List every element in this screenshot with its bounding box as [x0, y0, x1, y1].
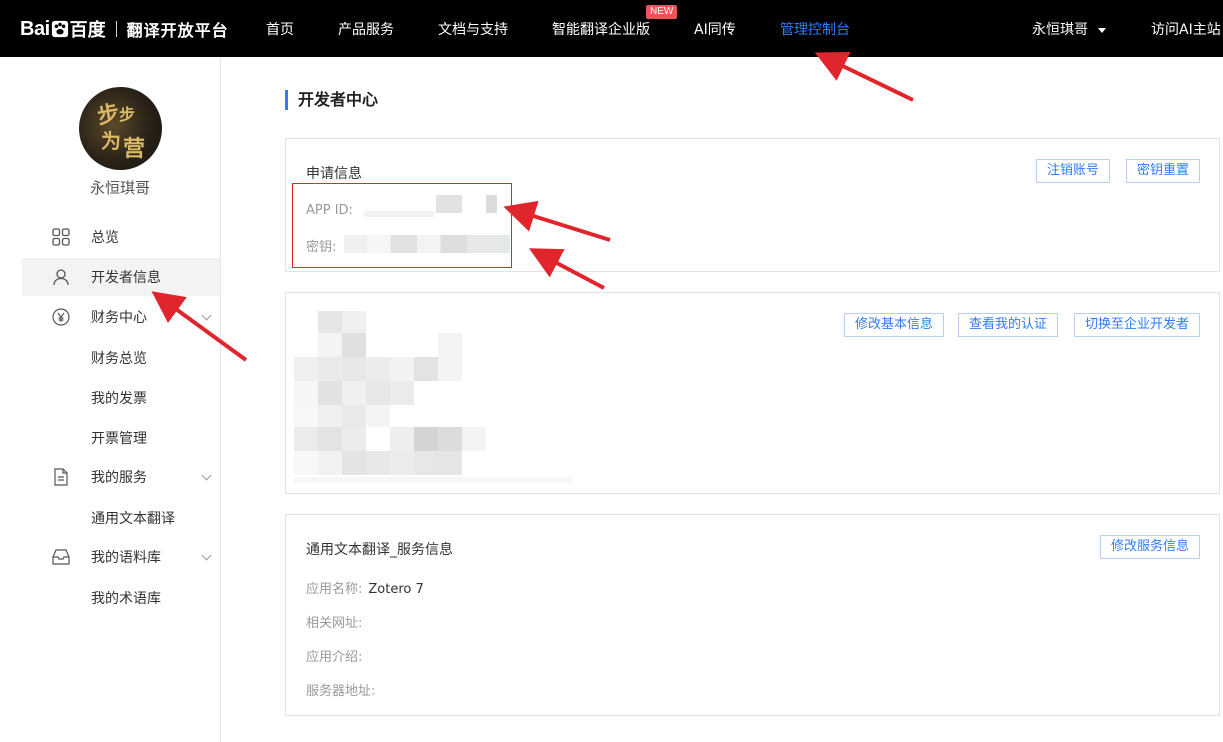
chevron-down-icon [201, 550, 212, 561]
logo-text-bai: Bai [20, 17, 50, 40]
nav-home[interactable]: 首页 [266, 19, 294, 39]
cancel-account-button[interactable]: 注销账号 [1036, 159, 1111, 183]
sidebar-subitem-text-translation[interactable]: 通用文本翻译 [91, 508, 175, 528]
apply-info-title: 申请信息 [306, 166, 362, 182]
app-name-value: Zotero 7 [368, 582, 424, 597]
sidebar-item-corpus[interactable]: 我的语料库 [22, 538, 220, 576]
developer-profile-card: 修改基本信息 查看我的认证 切换至企业开发者 [285, 292, 1220, 494]
sidebar-username: 永恒琪哥 [89, 179, 150, 197]
top-navigation-bar: Bai 百度 翻译开放平台 首页 产品服务 文档与支持 智能翻译企业版 NEW … [0, 0, 1223, 57]
switch-enterprise-button[interactable]: 切换至企业开发者 [1074, 313, 1201, 337]
sidebar-item-overview[interactable]: 总览 [22, 218, 220, 256]
view-certification-button[interactable]: 查看我的认证 [958, 313, 1059, 337]
redacted-profile-info [294, 311, 574, 483]
avatar[interactable]: 步 步 为 营 [79, 87, 162, 170]
reset-secret-button[interactable]: 密钥重置 [1126, 159, 1201, 183]
chevron-down-icon [201, 470, 212, 481]
service-info-card: 通用文本翻译_服务信息 修改服务信息 应用名称: Zotero 7 相关网址: 应… [285, 514, 1220, 716]
sidebar: 步 步 为 营 永恒琪哥 总览 开发者信息 财务中心 财务总览 我的发票 开票管… [0, 57, 221, 742]
nav-products[interactable]: 产品服务 [338, 19, 394, 39]
document-icon [51, 467, 71, 487]
sidebar-item-label: 我的服务 [91, 470, 147, 486]
annotation-highlight-box [292, 183, 512, 268]
edit-basic-info-button[interactable]: 修改基本信息 [844, 313, 945, 337]
baidu-logo[interactable]: Bai 百度 翻译开放平台 [20, 17, 229, 42]
sidebar-item-developer-info[interactable]: 开发者信息 [22, 258, 220, 296]
caret-down-icon [1098, 27, 1106, 33]
sidebar-subitem-invoices[interactable]: 我的发票 [91, 388, 147, 408]
app-name-label: 应用名称: [306, 582, 363, 597]
user-icon [51, 267, 71, 287]
app-intro-label: 应用介绍: [306, 650, 363, 665]
sidebar-item-label: 总览 [91, 230, 119, 246]
platform-name: 翻译开放平台 [126, 21, 229, 40]
grid-icon [51, 227, 71, 247]
paw-icon [51, 20, 68, 38]
related-url-label: 相关网址: [306, 616, 363, 631]
sidebar-item-label: 我的语料库 [91, 550, 161, 566]
nav-ai-interpret[interactable]: AI同传 [694, 19, 736, 39]
logo-divider [115, 21, 117, 37]
yen-icon [51, 307, 71, 327]
edit-service-info-button[interactable]: 修改服务信息 [1100, 535, 1201, 559]
app-name-field: 应用名称: Zotero 7 [306, 578, 424, 597]
sidebar-item-label: 财务中心 [91, 310, 147, 326]
new-badge: NEW [646, 5, 678, 19]
service-info-title: 通用文本翻译_服务信息 [306, 542, 453, 558]
arrow-to-console [814, 52, 914, 102]
page-title: 开发者中心 [285, 90, 378, 110]
user-dropdown[interactable]: 永恒琪哥 [1032, 19, 1106, 39]
sidebar-item-services[interactable]: 我的服务 [22, 458, 220, 496]
sidebar-subitem-terminology[interactable]: 我的术语库 [91, 588, 161, 608]
user-name: 永恒琪哥 [1032, 22, 1088, 38]
nav-enterprise[interactable]: 智能翻译企业版 [552, 19, 650, 39]
sidebar-subitem-invoice-management[interactable]: 开票管理 [91, 428, 147, 448]
logo-text-du: 百度 [69, 20, 106, 41]
sidebar-item-finance[interactable]: 财务中心 [22, 298, 220, 336]
server-address-label: 服务器地址: [306, 684, 376, 699]
sidebar-item-label: 开发者信息 [91, 270, 161, 286]
nav-console[interactable]: 管理控制台 [780, 19, 850, 39]
chevron-down-icon [201, 310, 212, 321]
nav-docs[interactable]: 文档与支持 [438, 19, 508, 39]
sidebar-subitem-finance-overview[interactable]: 财务总览 [91, 348, 147, 368]
visit-ai-link[interactable]: 访问AI主站 [1151, 19, 1221, 39]
inbox-icon [51, 547, 71, 567]
